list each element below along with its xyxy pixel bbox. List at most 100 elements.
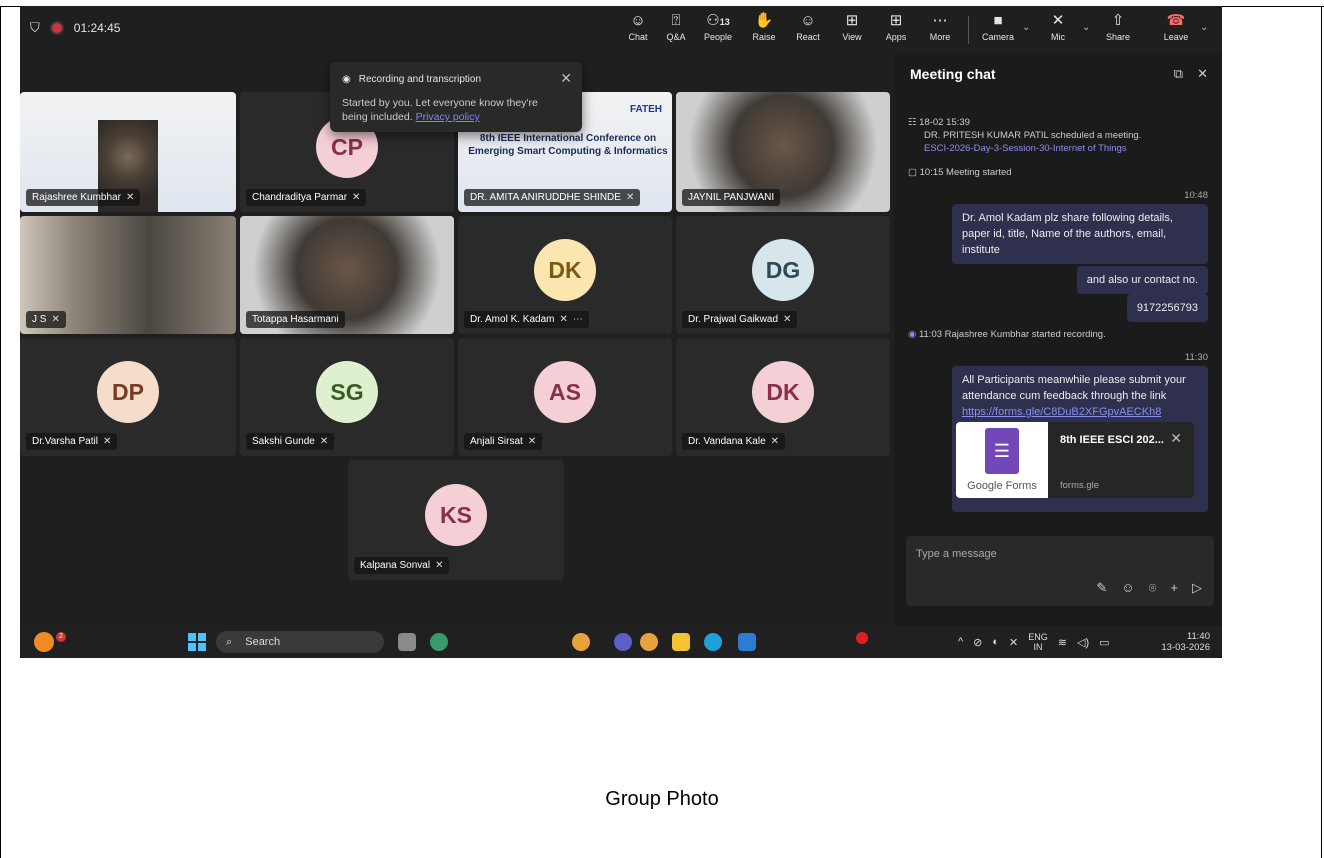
avatar: SG — [316, 361, 378, 423]
privacy-policy-link[interactable]: Privacy policy — [416, 111, 480, 123]
message-input[interactable]: Type a message — [916, 548, 997, 560]
card-title: 8th IEEE ESCI 202... — [1060, 434, 1164, 446]
format-icon[interactable]: ✎ — [1096, 580, 1107, 596]
people-count: 13 — [719, 17, 730, 27]
camera-options-chevron-icon[interactable]: ⌄ — [1022, 22, 1030, 33]
network-off-icon[interactable]: ⊘ — [973, 636, 982, 649]
frame-left — [0, 6, 1, 858]
more-button[interactable]: ⋯ More — [920, 10, 960, 50]
participant-tile[interactable]: AS Anjali Sirsat ✕ — [458, 338, 672, 456]
participant-tile[interactable]: DK Dr. Vandana Kale ✕ — [676, 338, 890, 456]
taskbar-search[interactable]: ⌕ Search — [216, 631, 384, 653]
meeting-link[interactable]: ESCI-2026-Day-3-Session-30-Internet of T… — [924, 143, 1127, 154]
recording-notification: ◉ Recording and transcription ✕ Started … — [330, 62, 582, 132]
participant-name: Kalpana Sonval ✕ — [354, 557, 450, 574]
people-icon: ⚇ — [706, 12, 720, 29]
mic-muted-icon: ✕ — [770, 436, 780, 447]
chrome-icon[interactable] — [572, 633, 590, 651]
avatar: DK — [534, 239, 596, 301]
participant-name: Sakshi Gunde ✕ — [246, 433, 335, 450]
mic-muted-icon[interactable]: ✕ — [1009, 636, 1018, 649]
widgets-icon[interactable]: 2 — [34, 632, 66, 652]
participant-tile[interactable]: J S ✕ — [20, 216, 236, 334]
view-button[interactable]: ⊞ View — [832, 10, 872, 50]
message-composer[interactable]: Type a message ✎ ☺ ⌾ + ▷ — [906, 536, 1214, 606]
participant-tile[interactable]: SG Sakshi Gunde ✕ — [240, 338, 454, 456]
volume-icon[interactable]: ◁) — [1077, 636, 1089, 649]
teams-icon[interactable] — [614, 633, 632, 651]
people-button[interactable]: ⚇13 People — [698, 10, 738, 50]
mic-muted-icon: ✕ — [625, 192, 635, 203]
raise-hand-icon: ✋ — [754, 12, 774, 29]
battery-icon[interactable]: ▭ — [1099, 636, 1109, 649]
teams-screenshot: ⛉ 01:24:45 ☺ Chat ⍰ Q&A ⚇13 People ✋ Rai… — [20, 6, 1222, 658]
browser-icon[interactable] — [430, 633, 448, 651]
taskbar-clock[interactable]: 11:40 13-03-2026 — [1161, 631, 1210, 653]
link-preview-card[interactable]: ☰ Google Forms 8th IEEE ESCI 202... form… — [956, 422, 1194, 498]
participant-name: J S ✕ — [26, 311, 66, 328]
participant-tile[interactable]: KS Kalpana Sonval ✕ — [348, 460, 564, 580]
shield-icon: ⛉ — [30, 20, 40, 35]
add-icon[interactable]: + — [1170, 580, 1178, 596]
calendar-icon: ☷ — [908, 117, 917, 128]
chat-button[interactable]: ☺ Chat — [618, 10, 658, 50]
task-view-icon[interactable] — [398, 633, 416, 651]
start-icon[interactable] — [188, 633, 206, 651]
language-indicator[interactable]: ENG IN — [1028, 632, 1048, 652]
recording-icon — [49, 21, 64, 35]
participant-tile[interactable]: Totappa Hasarmani — [240, 216, 454, 334]
mic-options-chevron-icon[interactable]: ⌄ — [1082, 22, 1090, 33]
popout-icon[interactable]: ⧉ — [1174, 66, 1183, 82]
chat-title: Meeting chat — [910, 66, 996, 82]
mic-muted-icon: ✕ — [527, 436, 537, 447]
leave-options-chevron-icon[interactable]: ⌄ — [1200, 22, 1208, 33]
word-icon[interactable] — [738, 633, 756, 651]
wifi-icon[interactable]: ≋ — [1058, 636, 1067, 649]
form-link[interactable]: https://forms.gle/C8DuB2XFGpvAECKh8 — [962, 406, 1161, 418]
participant-tile[interactable]: Rajashree Kumbhar ✕ — [20, 92, 236, 212]
system-event: ▢ 10:15 Meeting started — [908, 167, 1012, 178]
notification-title: Recording and transcription — [358, 74, 482, 85]
participant-tile[interactable]: DK Dr. Amol K. Kadam ✕ ⋯ — [458, 216, 672, 334]
react-icon: ☺ — [800, 12, 816, 29]
apps-icon: ⊞ — [889, 12, 903, 29]
qa-button[interactable]: ⍰ Q&A — [656, 10, 696, 50]
participant-tile[interactable]: JAYNIL PANJWANI — [676, 92, 890, 212]
chat-message: 9172256793 — [1126, 294, 1208, 322]
participant-tile[interactable]: DP Dr.Varsha Patil ✕ — [20, 338, 236, 456]
camera-icon: ■ — [993, 12, 1003, 29]
share-button[interactable]: ⇧ Share — [1098, 10, 1138, 50]
record-icon: ◉ — [342, 74, 351, 85]
leave-button[interactable]: ☎ Leave — [1156, 10, 1196, 50]
recording-app-icon[interactable] — [856, 632, 868, 644]
close-icon[interactable]: ✕ — [1170, 430, 1182, 447]
avatar: DP — [97, 361, 159, 423]
participant-name: Anjali Sirsat ✕ — [464, 433, 543, 450]
react-button[interactable]: ☺ React — [788, 10, 828, 50]
camera-button[interactable]: ■ Camera — [978, 10, 1018, 50]
edge-icon[interactable] — [704, 633, 722, 651]
file-explorer-icon[interactable] — [672, 633, 690, 651]
emoji-icon[interactable]: ☺ — [1121, 580, 1134, 596]
chrome-icon[interactable] — [640, 633, 658, 651]
mic-button[interactable]: ✕ Mic — [1038, 10, 1078, 50]
avatar: DK — [752, 361, 814, 423]
meeting-toolbar: ⛉ 01:24:45 ☺ Chat ⍰ Q&A ⚇13 People ✋ Rai… — [20, 6, 1222, 52]
windows-taskbar: 2 ⌕ Search ^ ⊘ ◐ ✕ ENG IN ≋ ◁) ▭ 11:40 1… — [20, 626, 1222, 658]
mic-muted-icon: ✕ — [559, 314, 568, 325]
participant-name: Chandraditya Parmar ✕ — [246, 189, 367, 206]
notification-badge: 2 — [56, 632, 66, 642]
avatar: AS — [534, 361, 596, 423]
apps-button[interactable]: ⊞ Apps — [876, 10, 916, 50]
more-options-icon[interactable]: ⋯ — [573, 314, 583, 325]
close-icon[interactable]: ✕ — [1197, 66, 1208, 82]
participant-tile[interactable]: DG Dr. Prajwal Gaikwad ✕ — [676, 216, 890, 334]
raise-hand-button[interactable]: ✋ Raise — [744, 10, 784, 50]
loop-icon[interactable]: ⌾ — [1149, 580, 1157, 596]
app-tray-icon[interactable]: ◐ — [992, 636, 999, 648]
video-icon: ▢ — [908, 167, 917, 178]
qa-icon: ⍰ — [671, 12, 681, 29]
send-icon[interactable]: ▷ — [1192, 580, 1202, 596]
close-icon[interactable]: ✕ — [560, 70, 572, 87]
chevron-up-icon[interactable]: ^ — [958, 636, 963, 648]
